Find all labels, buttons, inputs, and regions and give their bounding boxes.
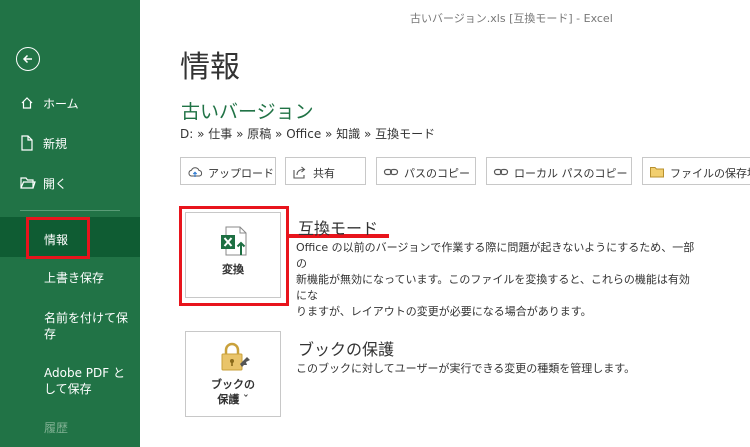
compat-description: Office の以前のバージョンで作業する際に問題が起きないようにするため、一部…: [296, 240, 696, 320]
link-icon: [383, 168, 399, 176]
open-file-location-button[interactable]: ファイルの保存場: [642, 157, 750, 185]
window-title: 古いバージョン.xls [互換モード] - Excel: [410, 12, 613, 25]
home-icon: [21, 97, 33, 109]
link-icon: [493, 168, 509, 176]
sidebar-item-save-as[interactable]: 名前を付けて保存: [44, 310, 128, 342]
sidebar-item-home[interactable]: ホーム: [0, 95, 140, 113]
copy-local-path-button[interactable]: ローカル パスのコピー: [486, 157, 632, 185]
upload-icon: [188, 167, 203, 177]
sidebar-item-history[interactable]: 履歴: [44, 420, 136, 436]
lock-icon: [221, 342, 250, 371]
sidebar-item-label: ホーム: [43, 97, 79, 111]
compat-heading: 互換モード: [298, 219, 379, 238]
backstage-sidebar: ホーム 新規 開く 情報 上書き保存 名前を付けて保存 Adobe PDF とし…: [0, 0, 140, 447]
upload-label: アップロード: [208, 167, 274, 180]
breadcrumb[interactable]: D: » 仕事 » 原稿 » Office » 知識 » 互換モード: [180, 125, 435, 142]
open-file-location-label: ファイルの保存場: [670, 167, 750, 180]
sidebar-divider: [20, 210, 120, 211]
sidebar-item-open[interactable]: 開く: [0, 175, 140, 193]
sidebar-item-save-pdf[interactable]: Adobe PDF として保存: [44, 365, 134, 397]
compat-description-line: 新機能が無効になっています。このファイルを変換すると、これらの機能は有効にな: [296, 273, 690, 302]
back-button[interactable]: [16, 47, 40, 71]
protect-workbook-button[interactable]: ブックの 保護 ˇ: [185, 331, 281, 417]
protect-label-line-1: ブックの: [211, 378, 255, 391]
page-title: 情報: [180, 50, 240, 85]
share-button[interactable]: 共有: [285, 157, 366, 185]
open-folder-icon: [20, 177, 36, 189]
sidebar-item-new[interactable]: 新規: [0, 135, 140, 153]
sidebar-item-label: 新規: [43, 137, 68, 151]
share-icon: [293, 166, 306, 179]
sidebar-item-label: 開く: [43, 177, 68, 191]
new-document-icon: [21, 135, 33, 151]
share-label: 共有: [313, 167, 335, 180]
highlight-box-convert: [179, 206, 289, 306]
compat-description-line: Office の以前のバージョンで作業する際に問題が起きないようにするため、一部…: [296, 241, 695, 270]
document-title: 古いバージョン: [181, 101, 314, 123]
sidebar-item-save[interactable]: 上書き保存: [44, 270, 136, 286]
compat-description-line: りますが、レイアウトの変更が必要になる場合があります。: [296, 305, 592, 318]
copy-path-label: パスのコピー: [404, 167, 470, 180]
protect-heading: ブックの保護: [298, 340, 395, 359]
folder-icon: [650, 167, 664, 178]
highlight-box-info: [26, 217, 90, 259]
back-arrow-icon: [22, 54, 32, 64]
protect-label-line-2: 保護 ˇ: [217, 393, 249, 406]
copy-local-path-label: ローカル パスのコピー: [514, 167, 628, 180]
copy-path-button[interactable]: パスのコピー: [376, 157, 476, 185]
upload-button[interactable]: アップロード: [180, 157, 276, 185]
protect-description: このブックに対してユーザーが実行できる変更の種類を管理します。: [296, 362, 636, 375]
